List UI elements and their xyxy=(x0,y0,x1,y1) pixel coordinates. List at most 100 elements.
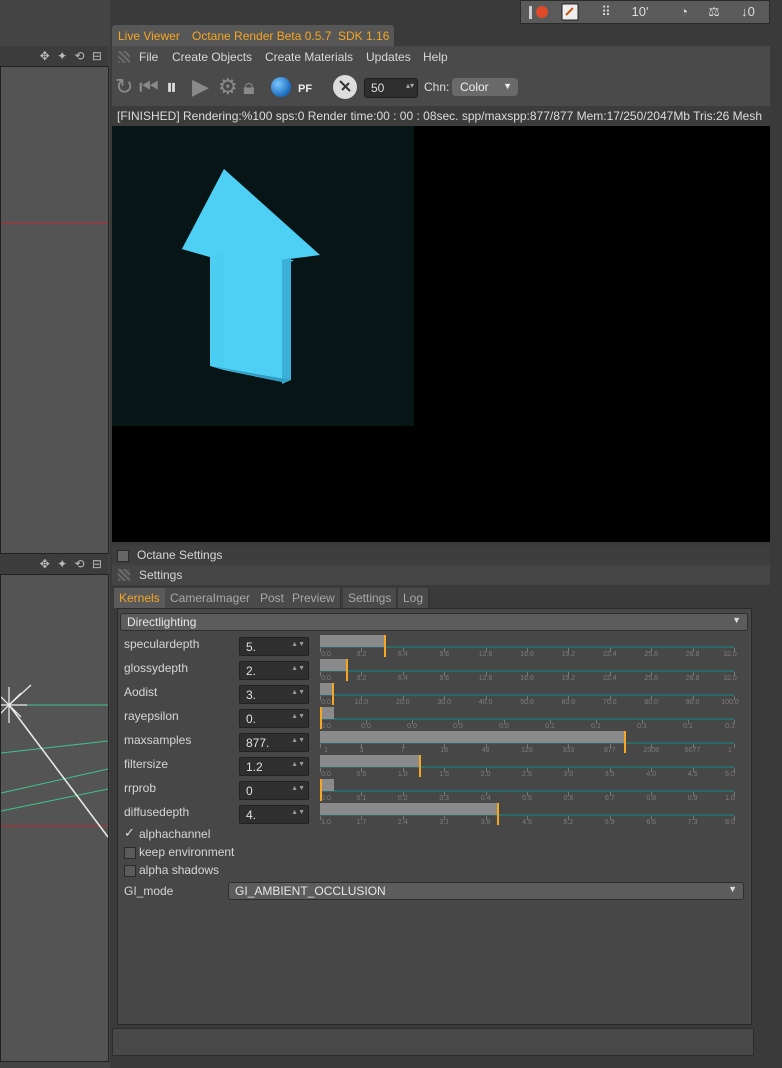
param-value-field[interactable]: 877. ▲▼ xyxy=(239,733,309,752)
slider-tick-label: 3.0 xyxy=(563,771,574,778)
spinner-arrows-icon[interactable]: ▲▼ xyxy=(291,641,305,648)
slider-tick-label: 9.6 xyxy=(439,675,450,682)
spinner-arrows-icon[interactable]: ▲▼ xyxy=(291,689,305,696)
gi-mode-select[interactable]: GI_AMBIENT_OCCLUSION ▼ xyxy=(228,882,744,900)
spinner-arrows-icon[interactable]: ▲▼ xyxy=(291,785,305,792)
slider-fill xyxy=(320,755,420,767)
settings-gear-icon[interactable]: ⚙ xyxy=(218,75,238,99)
slider-handle[interactable] xyxy=(320,779,322,801)
slider-handle[interactable] xyxy=(497,803,500,825)
slider-tick-label: 6.6 xyxy=(646,819,657,826)
pause-icon[interactable]: ⏸ xyxy=(166,75,177,99)
restart-icon[interactable]: ↻ xyxy=(115,75,133,99)
param-value-field[interactable]: 1.2 ▲▼ xyxy=(239,757,309,776)
slider-tick-label: 25.6 xyxy=(644,675,658,682)
slider-handle[interactable] xyxy=(384,635,387,657)
tab-kernels[interactable]: Kernels xyxy=(114,588,166,608)
menu-updates[interactable]: Updates xyxy=(366,50,411,64)
spinner-arrows-icon[interactable]: ▲▼ xyxy=(291,761,305,768)
spinner-arrows-icon[interactable]: ▲▼ xyxy=(291,665,305,672)
shape-icon[interactable] xyxy=(525,3,551,21)
slider-handle[interactable] xyxy=(320,707,322,729)
param-value-field[interactable]: 2. ▲▼ xyxy=(239,661,309,680)
tab-log[interactable]: Log xyxy=(398,588,430,608)
slider-tick-label: 9.6 xyxy=(439,651,450,658)
spinner-arrows-icon[interactable]: ▲▼ xyxy=(291,713,305,720)
slider-tick-label: 0.5 xyxy=(356,771,367,778)
param-value-field[interactable]: 3. ▲▼ xyxy=(239,685,309,704)
slider-tick-label: 18 xyxy=(440,747,449,754)
grip-handle-icon[interactable] xyxy=(118,51,130,63)
render-arrow-image xyxy=(182,169,320,384)
grid-icon[interactable]: ⠿ xyxy=(593,3,619,21)
stop-icon[interactable]: ⏮ xyxy=(139,75,159,99)
spinner-arrows-icon[interactable]: ▲▼ xyxy=(291,809,305,816)
param-value-field[interactable]: 4. ▲▼ xyxy=(239,805,309,824)
menu-create-objects[interactable]: Create Objects xyxy=(172,50,252,64)
settings-header: Settings xyxy=(112,565,770,585)
checkbox-alpha-shadows[interactable] xyxy=(124,865,136,877)
slider-tick-label: 20.0 xyxy=(395,699,410,706)
scale-icon[interactable]: ⚖ xyxy=(701,3,727,21)
tab-preview[interactable]: Preview xyxy=(287,588,341,608)
param-value-field[interactable]: 0 ▲▼ xyxy=(239,781,309,800)
tab-cameraimager[interactable]: CameraImager xyxy=(165,588,257,608)
param-slider[interactable]: 0.0 3.2 6.4 9.6 12.8 16.0 19.2 22.4 25.6 28.8 32.0 xyxy=(320,659,737,683)
refresh-icon[interactable] xyxy=(557,3,583,21)
slider-handle[interactable] xyxy=(419,755,422,777)
param-slider[interactable]: 0.0 3.2 6.4 9.6 12.8 16.0 19.2 22.4 25.6 28.8 32.0 xyxy=(320,635,737,659)
param-value-field[interactable]: 5. ▲▼ xyxy=(239,637,309,656)
spinner-arrows-icon[interactable]: ▴▾ xyxy=(406,81,414,90)
kernel-select[interactable]: Directlighting ▼ xyxy=(120,613,748,631)
sphere-icon[interactable] xyxy=(270,76,292,103)
chevron-down-icon: ▼ xyxy=(728,884,737,894)
viewport-nav-icons-bottom[interactable]: ✥ ✦ ⟲ ⊟ xyxy=(40,557,104,571)
menu-file[interactable]: File xyxy=(139,50,158,64)
kernel-value: Directlighting xyxy=(127,615,197,629)
menu-help[interactable]: Help xyxy=(423,50,448,64)
live-viewer-tab[interactable]: Live Viewer Octane Render Beta 0.5.7 SDK… xyxy=(112,25,394,46)
panel-toggle-icon[interactable] xyxy=(117,550,129,562)
spinner-arrows-icon[interactable]: ▲▼ xyxy=(291,737,305,744)
pf-icon[interactable]: PF xyxy=(298,77,312,101)
param-slider[interactable]: 0.0 0.5 1.0 1.5 2.0 2.5 3.0 3.5 4.0 4.5 5.0 xyxy=(320,755,735,779)
viewport-top[interactable] xyxy=(0,66,109,554)
play-icon[interactable]: ▶ xyxy=(192,75,209,99)
menu-create-materials[interactable]: Create Materials xyxy=(265,50,353,64)
channel-select[interactable]: Color ▼ xyxy=(452,78,518,96)
slider-handle[interactable] xyxy=(332,683,335,705)
param-slider[interactable]: 0.0 0.1 0.2 0.3 0.4 0.5 0.6 0.7 0.8 0.9 1.0 xyxy=(320,779,735,803)
slider-tick-label: 28.8 xyxy=(685,675,700,682)
slider-tick-label: 0.0 xyxy=(499,723,509,730)
tab-post[interactable]: Post xyxy=(255,588,291,608)
slider-tick-label: 28.8 xyxy=(685,651,700,658)
param-slider[interactable]: 0.0 10.0 20.0 30.0 40.0 50.0 60.0 70.0 80.0 90.0 1… xyxy=(320,683,739,707)
param-slider[interactable]: 1.0 1.7 2.4 3.1 3.8 4.5 5.2 5.9 6.6 7.3 8.0 xyxy=(320,803,735,827)
checkbox-keep-environment[interactable] xyxy=(124,847,136,859)
render-status-text: [FINISHED] Rendering:%100 sps:0 Render t… xyxy=(117,109,763,123)
slider-handle[interactable] xyxy=(624,731,627,753)
lock-icon[interactable]: 🔒︎ xyxy=(243,75,255,99)
viewport-nav-icons[interactable]: ✥ ✦ ⟲ ⊟ xyxy=(40,49,104,63)
spp-spinner[interactable]: 50 ▴▾ xyxy=(364,78,418,98)
viewport-bottom-scene xyxy=(1,684,108,838)
slider-handle[interactable] xyxy=(346,659,349,681)
tab-settings[interactable]: Settings xyxy=(343,588,398,608)
sphere-icon-graphic xyxy=(271,77,291,97)
param-slider[interactable]: 0.0 0.0 0.0 0.0 0.0 0.1 0.1 0.1 0.1 0.1 xyxy=(320,707,735,731)
param-value-field[interactable]: 0. ▲▼ xyxy=(239,709,309,728)
bulb-icon[interactable]: ◔ xyxy=(671,3,697,21)
render-view[interactable] xyxy=(112,126,770,542)
slider-tick-label: 1.0 xyxy=(397,771,408,778)
pick-focus-icon[interactable] xyxy=(332,74,358,105)
slider-tick-label: 0.1 xyxy=(637,723,647,730)
slider-tick-label: 1.7 xyxy=(356,819,367,826)
slider-tick-label: 60.0 xyxy=(561,699,576,706)
arrow-icon[interactable]: ↓0 xyxy=(735,3,761,21)
param-slider[interactable]: 1 3 7 18 48 126 333 877 2308 6077 1 xyxy=(320,731,735,755)
checkbox-alphachannel[interactable]: ✓ xyxy=(124,825,135,840)
clock-icon[interactable]: 10' xyxy=(627,3,653,21)
viewport-bottom[interactable] xyxy=(0,574,109,1062)
grip-handle-icon-2[interactable] xyxy=(118,569,130,581)
slider-tick-label: 6.4 xyxy=(397,675,408,682)
